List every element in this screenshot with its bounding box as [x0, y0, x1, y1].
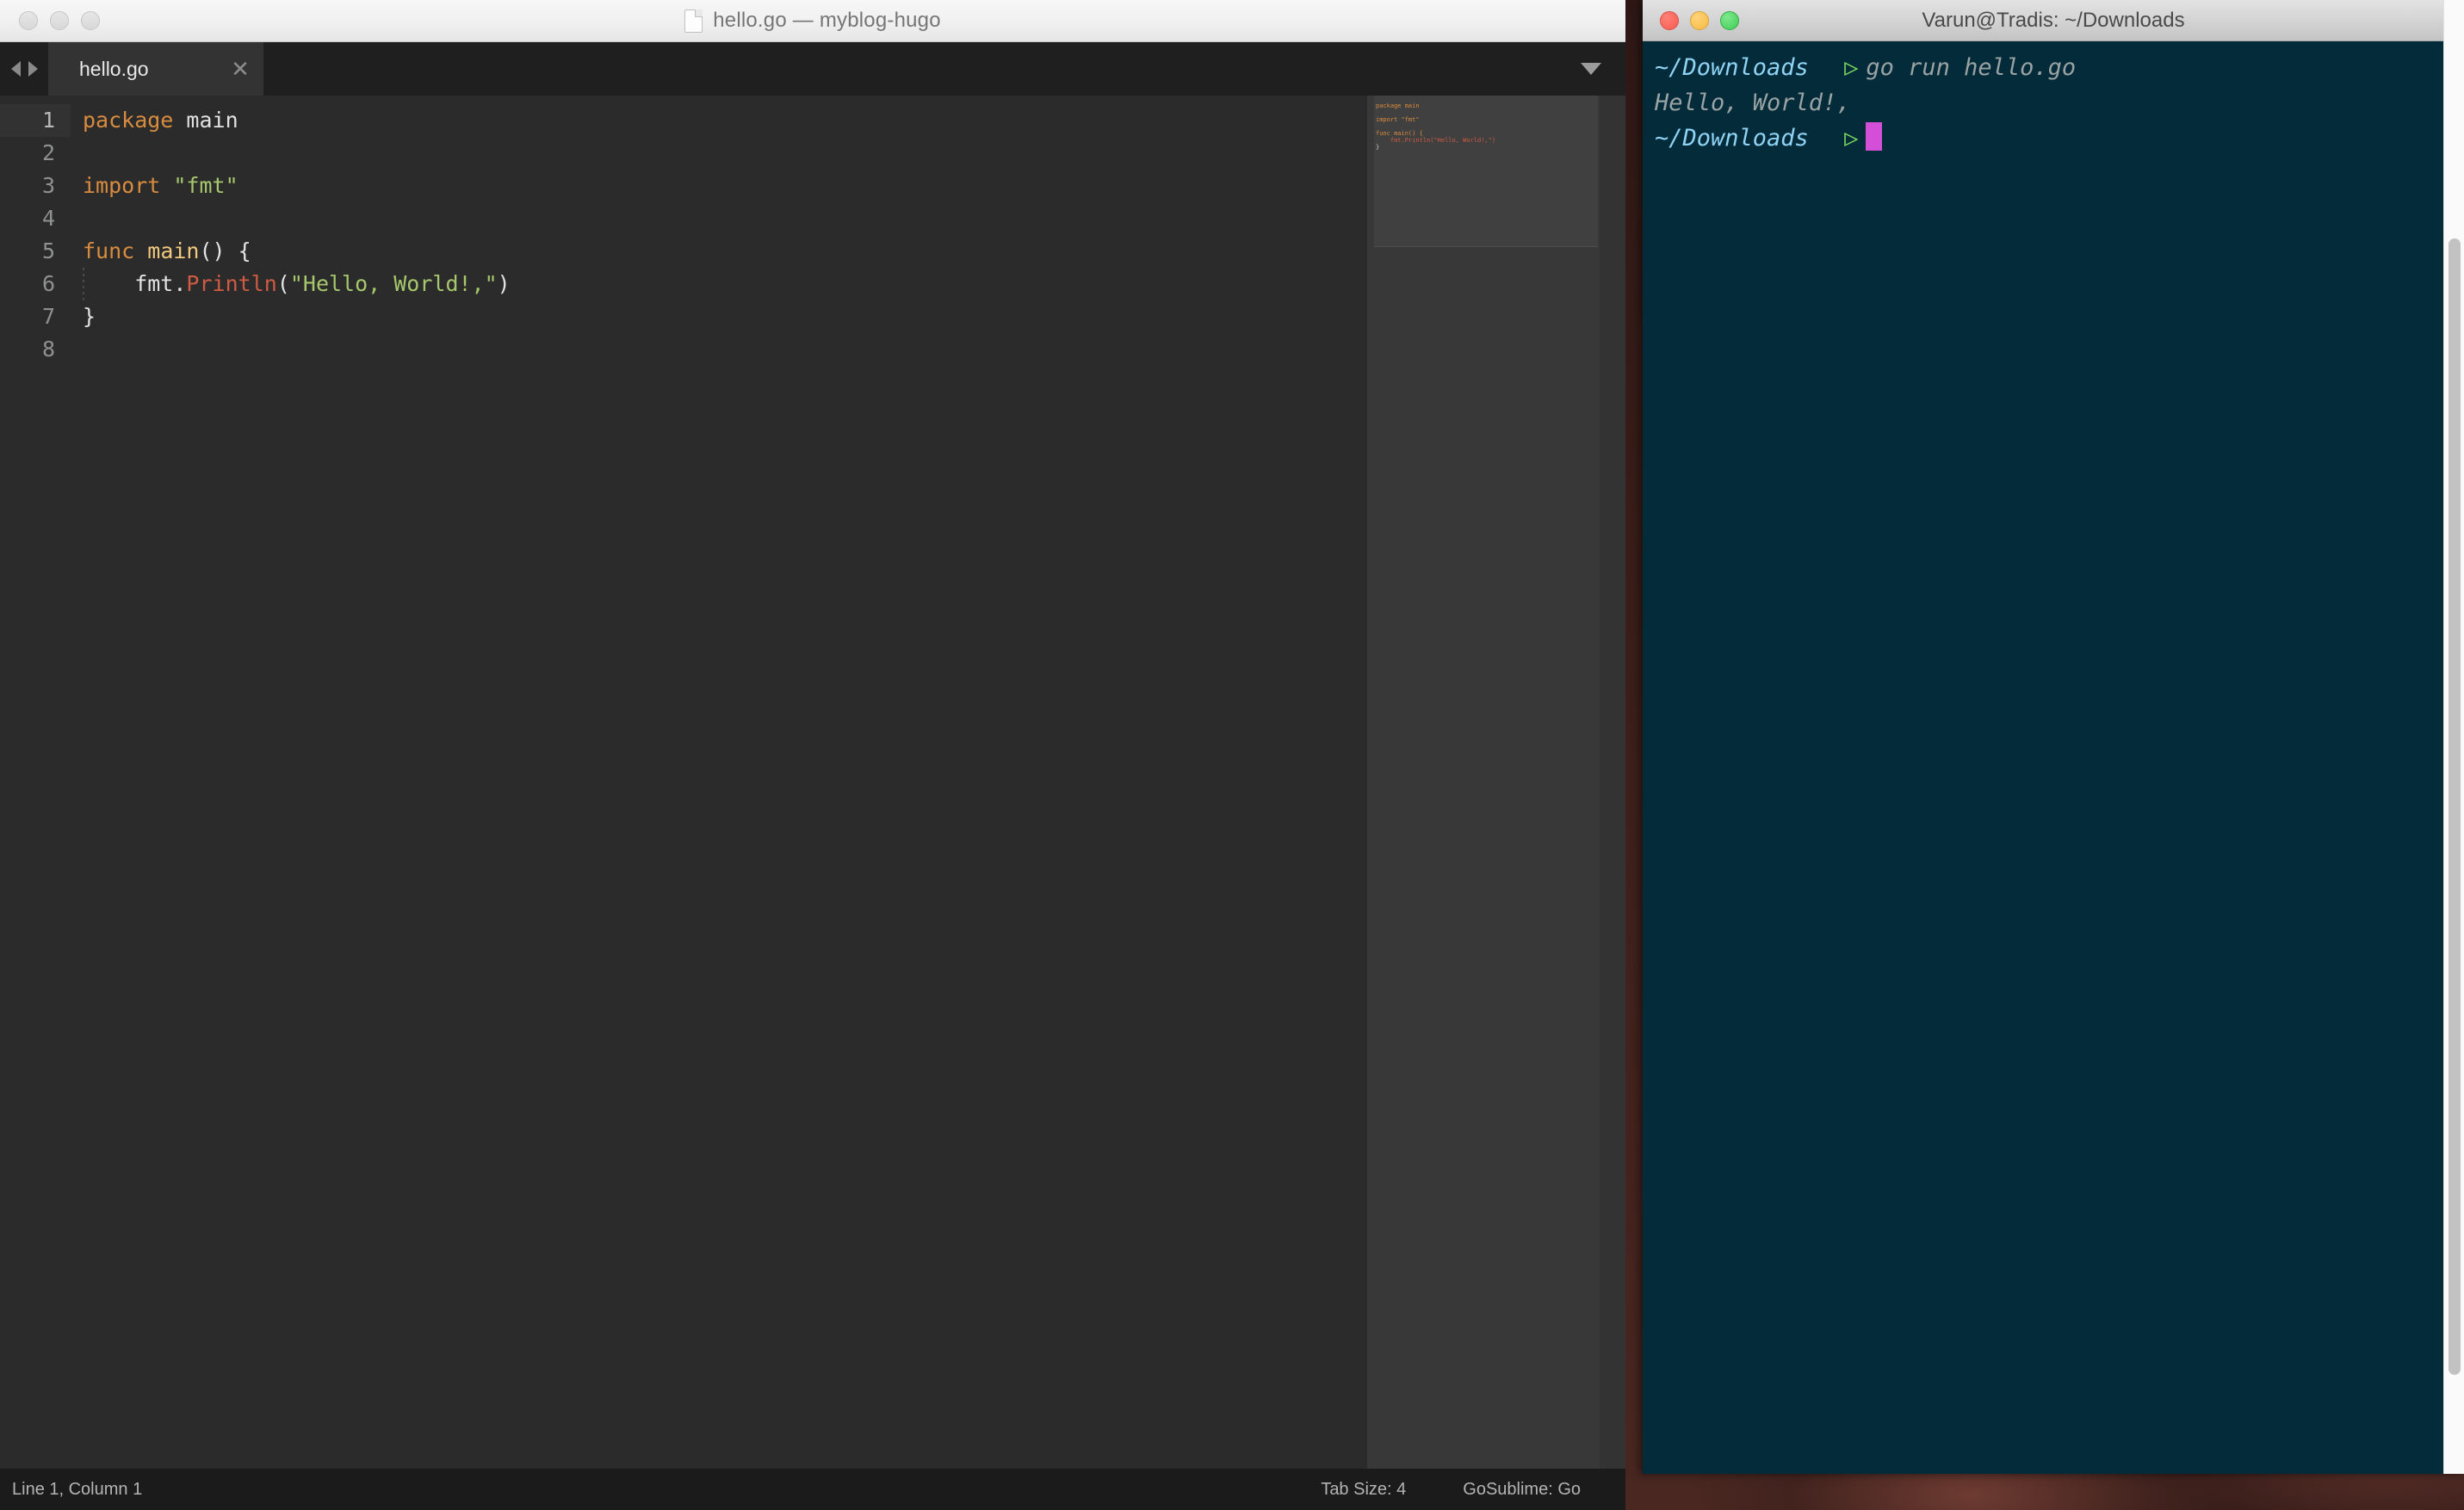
code-token: import	[83, 173, 161, 198]
statusbar-right-group: Tab Size: 4 GoSublime: Go	[1321, 1480, 1581, 1500]
terminal-traffic-lights	[1660, 10, 1739, 30]
code-token: fmt.	[83, 271, 187, 296]
editor-tabbar: hello.go ✕	[0, 42, 1625, 96]
minimap-line: func main() {	[1376, 130, 1423, 137]
document-icon	[684, 9, 703, 33]
window-scrollbar[interactable]	[2443, 0, 2464, 1474]
editor-minimize-button[interactable]	[50, 11, 69, 30]
chevron-down-icon[interactable]	[1581, 63, 1601, 75]
code-token: Println	[186, 271, 277, 296]
line-number: 2	[41, 140, 55, 165]
code-line: import "fmt"	[71, 170, 1367, 202]
line-number-gutter: 1 2 3 4 5 6 7 8	[0, 96, 71, 1470]
tab-hello-go[interactable]: hello.go ✕	[48, 42, 263, 96]
sublime-text-window: hello.go — myblog-hugo hello.go ✕ 1 2 3 4 5 6…	[0, 0, 1625, 1510]
editor-statusbar: Line 1, Column 1 Tab Size: 4 GoSublime: …	[0, 1469, 1625, 1510]
code-line: func main() {	[71, 235, 1367, 268]
minimap-line: import "fmt"	[1376, 116, 1420, 123]
close-icon[interactable]: ✕	[217, 58, 263, 80]
terminal-output[interactable]: ~/Downloads ▷ go run hello.go Hello, World…	[1643, 41, 2464, 156]
code-token: () {	[199, 238, 251, 263]
code-token: }	[83, 304, 96, 329]
code-token: )	[497, 271, 511, 296]
minimap-line	[1367, 123, 1625, 130]
editor-titlebar: hello.go — myblog-hugo	[0, 0, 1625, 42]
prompt-arrow-icon: ▷	[1844, 125, 1859, 152]
syntax-label[interactable]: GoSublime: Go	[1463, 1480, 1581, 1500]
code-token: (	[276, 271, 290, 296]
terminal-prompt-line: ~/Downloads ▷	[1655, 121, 2464, 156]
minimap-content: package main import "fmt" func main() { …	[1367, 102, 1625, 151]
editor-title-group: hello.go — myblog-hugo	[0, 9, 1625, 33]
terminal-command: go run hello.go	[1866, 54, 2077, 81]
terminal-close-button[interactable]	[1660, 10, 1679, 30]
screen: hello.go — myblog-hugo hello.go ✕ 1 2 3 4 5 6…	[0, 0, 2464, 1510]
line-number: 8	[41, 337, 55, 362]
tab-size-label[interactable]: Tab Size: 4	[1321, 1480, 1406, 1500]
terminal-output-text: Hello, World!,	[1655, 90, 1851, 116]
minimap[interactable]: package main import "fmt" func main() { …	[1367, 96, 1625, 1470]
code-line: fmt.Println("Hello, World!,")	[71, 268, 1367, 300]
terminal-window: Varun@Tradis: ~/Downloads ~/Downloads ▷ g…	[1643, 0, 2464, 1474]
terminal-zoom-button[interactable]	[1720, 10, 1739, 30]
triangle-left-icon[interactable]	[10, 61, 21, 77]
minimap-line: fmt.Println("Hello, World!,")	[1376, 137, 1496, 144]
code-line: }	[71, 300, 1367, 333]
terminal-cursor	[1866, 122, 1883, 151]
minimap-scroll-gutter[interactable]	[1600, 96, 1625, 1470]
editor-window-title: hello.go — myblog-hugo	[713, 9, 941, 32]
editor-body: 1 2 3 4 5 6 7 8 package main import "fmt" func …	[0, 96, 1625, 1470]
code-token: main	[186, 108, 238, 133]
minimap-line: }	[1376, 144, 1380, 151]
line-number: 7	[41, 304, 55, 329]
terminal-prompt-line: ~/Downloads ▷ go run hello.go	[1655, 50, 2464, 85]
code-line: package main	[71, 104, 1367, 137]
tab-nav-arrows	[0, 42, 48, 96]
code-token: main	[147, 238, 200, 263]
scrollbar-thumb[interactable]	[2449, 238, 2461, 1375]
minimap-line: package main	[1376, 102, 1420, 109]
line-number: 4	[41, 206, 55, 231]
terminal-title-group: Varun@Tradis: ~/Downloads	[1643, 9, 2464, 33]
editor-close-button[interactable]	[19, 11, 38, 30]
terminal-titlebar: Varun@Tradis: ~/Downloads	[1643, 0, 2464, 41]
terminal-minimize-button[interactable]	[1690, 10, 1709, 30]
code-token: func	[83, 238, 135, 263]
editor-traffic-lights	[19, 11, 100, 30]
minimap-line	[1367, 109, 1625, 116]
line-number: 1	[0, 104, 71, 137]
code-token: "Hello, World!,"	[289, 271, 498, 296]
terminal-output-line: Hello, World!,	[1655, 85, 2464, 121]
prompt-arrow-icon: ▷	[1844, 54, 1859, 81]
line-number: 6	[41, 271, 55, 296]
indent-guide	[83, 268, 84, 300]
code-token: "fmt"	[173, 173, 238, 198]
line-number: 5	[41, 238, 55, 263]
code-token: package	[83, 108, 174, 133]
terminal-prompt-path: ~/Downloads	[1655, 125, 1809, 152]
tab-label: hello.go	[79, 57, 149, 80]
terminal-prompt-path: ~/Downloads	[1655, 54, 1809, 81]
code-area[interactable]: package main import "fmt" func main() { …	[71, 96, 1367, 1470]
caret-position-label: Line 1, Column 1	[12, 1479, 143, 1499]
terminal-window-title: Varun@Tradis: ~/Downloads	[1922, 8, 2185, 32]
editor-zoom-button[interactable]	[81, 11, 100, 30]
triangle-right-icon[interactable]	[28, 61, 38, 77]
line-number: 3	[41, 173, 55, 198]
tabbar-empty-area	[263, 42, 1625, 96]
